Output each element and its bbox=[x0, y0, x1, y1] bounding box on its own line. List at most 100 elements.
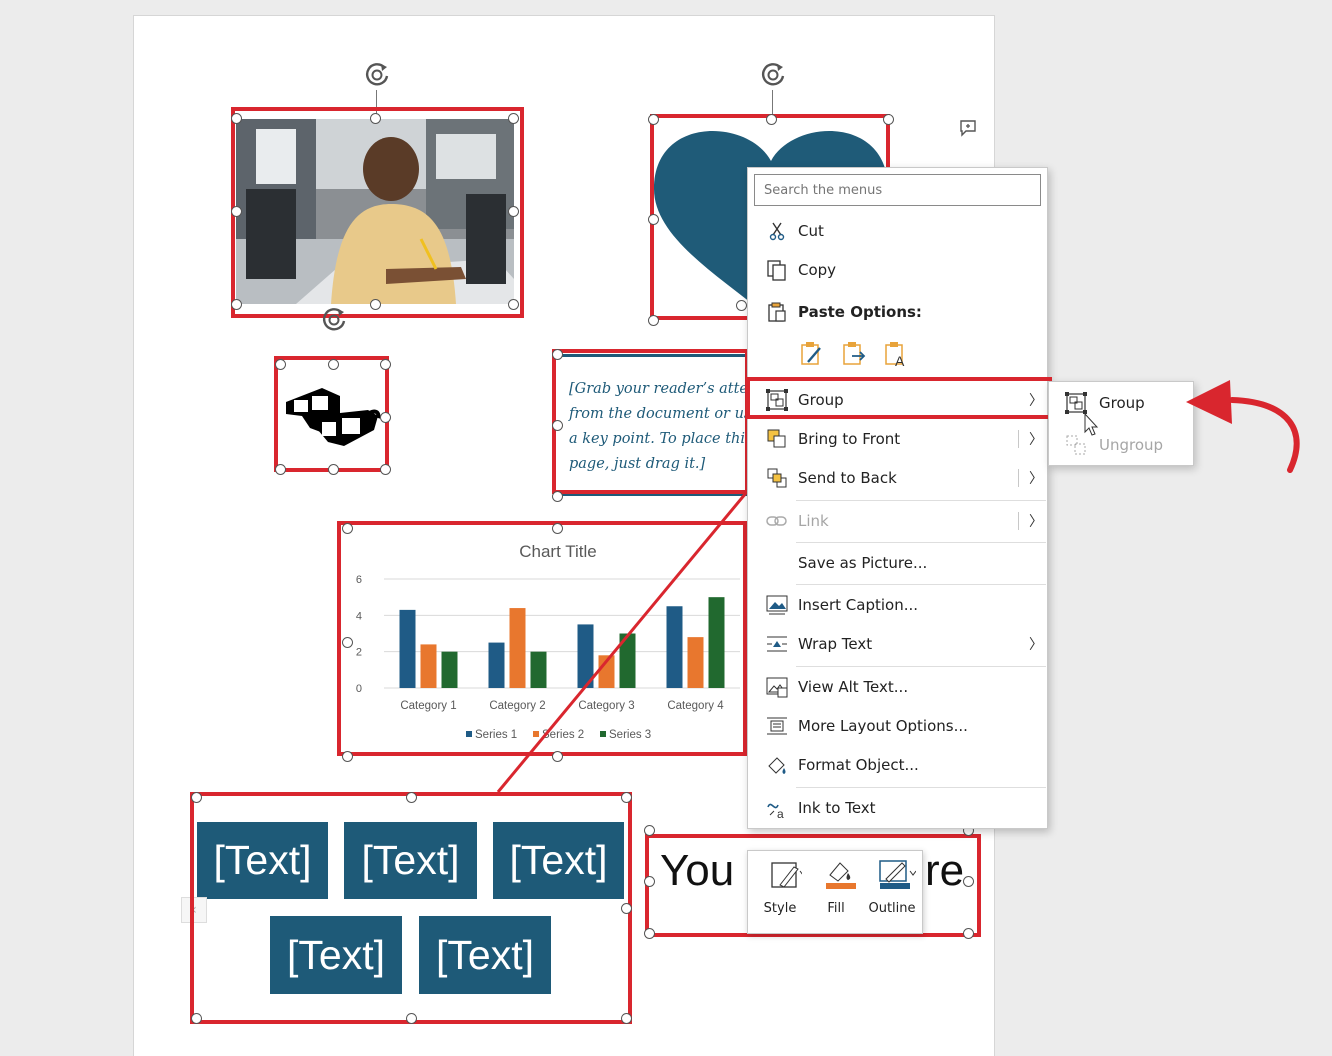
menu-search-input[interactable] bbox=[754, 174, 1041, 206]
paste-merge-formatting-icon[interactable] bbox=[840, 340, 868, 368]
resize-handle[interactable] bbox=[736, 300, 747, 311]
resize-handle[interactable] bbox=[406, 1013, 417, 1024]
menu-item-more-layout-options[interactable]: More Layout Options... bbox=[748, 707, 1047, 745]
link-icon bbox=[762, 510, 792, 532]
resize-handle[interactable] bbox=[191, 792, 202, 803]
submenu-label: Group bbox=[1099, 394, 1145, 412]
split-divider bbox=[1018, 512, 1019, 530]
resize-handle[interactable] bbox=[644, 825, 655, 836]
curved-annotation-arrow bbox=[1186, 380, 1300, 473]
resize-handle[interactable] bbox=[621, 903, 632, 914]
resize-handle[interactable] bbox=[275, 359, 286, 370]
resize-handle[interactable] bbox=[231, 206, 242, 217]
layout-options-icon bbox=[762, 715, 792, 737]
copy-icon bbox=[762, 259, 792, 281]
ungroup-objects-icon bbox=[1065, 434, 1089, 456]
resize-handle[interactable] bbox=[648, 315, 659, 326]
resize-handle[interactable] bbox=[328, 464, 339, 475]
menu-separator bbox=[796, 787, 1046, 788]
resize-handle[interactable] bbox=[552, 349, 563, 360]
menu-label: More Layout Options... bbox=[798, 717, 968, 735]
comment-icon[interactable] bbox=[958, 119, 978, 137]
mouse-cursor-icon bbox=[1084, 413, 1099, 436]
menu-label: Copy bbox=[798, 261, 837, 279]
fill-button[interactable]: Fill bbox=[808, 857, 864, 929]
resize-handle[interactable] bbox=[370, 299, 381, 310]
menu-item-insert-caption[interactable]: Insert Caption... bbox=[748, 586, 1047, 624]
resize-handle[interactable] bbox=[328, 359, 339, 370]
menu-item-cut[interactable]: Cut bbox=[748, 212, 1047, 250]
menu-separator bbox=[796, 500, 1046, 501]
group-submenu: Group Ungroup bbox=[1048, 381, 1194, 466]
scissors-icon bbox=[762, 220, 792, 242]
resize-handle[interactable] bbox=[883, 114, 894, 125]
menu-item-send-to-back[interactable]: Send to Back 〉 bbox=[748, 459, 1047, 497]
menu-item-view-alt-text[interactable]: View Alt Text... bbox=[748, 668, 1047, 706]
icon-selection-highlight bbox=[274, 356, 389, 472]
svg-text:A: A bbox=[895, 353, 905, 368]
menu-item-link[interactable]: Link 〉 bbox=[748, 502, 1047, 540]
resize-handle[interactable] bbox=[644, 876, 655, 887]
submenu-item-ungroup[interactable]: Ungroup bbox=[1049, 426, 1193, 464]
resize-handle[interactable] bbox=[508, 206, 519, 217]
menu-label: Format Object... bbox=[798, 756, 919, 774]
resize-handle[interactable] bbox=[231, 299, 242, 310]
menu-item-wrap-text[interactable]: Wrap Text 〉 bbox=[748, 625, 1047, 663]
resize-handle[interactable] bbox=[380, 464, 391, 475]
chevron-right-icon[interactable]: 〉 bbox=[1025, 429, 1047, 449]
context-menu: Cut Copy Paste Options: A Group 〉 Bring … bbox=[747, 167, 1048, 829]
paint-bucket-icon bbox=[826, 862, 856, 889]
resize-handle[interactable] bbox=[766, 114, 777, 125]
resize-handle[interactable] bbox=[648, 114, 659, 125]
resize-handle[interactable] bbox=[644, 928, 655, 939]
menu-item-bring-to-front[interactable]: Bring to Front 〉 bbox=[748, 420, 1047, 458]
alt-text-icon bbox=[762, 676, 792, 698]
rotate-handle-icon[interactable] bbox=[756, 58, 790, 92]
send-to-back-icon bbox=[762, 467, 792, 489]
menu-separator bbox=[796, 666, 1046, 667]
paste-keep-formatting-icon[interactable] bbox=[798, 340, 826, 368]
rotate-handle-icon[interactable] bbox=[360, 58, 394, 92]
smartart-selection-highlight bbox=[190, 792, 632, 1024]
menu-separator bbox=[796, 542, 1046, 543]
chevron-right-icon: 〉 bbox=[1029, 637, 1043, 653]
resize-handle[interactable] bbox=[342, 637, 353, 648]
group-objects-icon bbox=[1065, 392, 1089, 414]
chevron-right-icon[interactable]: 〉 bbox=[1025, 468, 1047, 488]
resize-handle[interactable] bbox=[963, 928, 974, 939]
menu-item-save-as-picture[interactable]: Save as Picture... bbox=[748, 544, 1047, 582]
resize-handle[interactable] bbox=[275, 464, 286, 475]
resize-handle[interactable] bbox=[508, 113, 519, 124]
resize-handle[interactable] bbox=[342, 523, 353, 534]
paste-option-buttons: A bbox=[798, 340, 918, 370]
resize-handle[interactable] bbox=[621, 1013, 632, 1024]
paste-text-only-icon[interactable]: A bbox=[882, 340, 910, 368]
menu-item-copy[interactable]: Copy bbox=[748, 251, 1047, 289]
resize-handle[interactable] bbox=[380, 412, 391, 423]
rotate-handle-icon[interactable] bbox=[317, 303, 351, 337]
resize-handle[interactable] bbox=[191, 1013, 202, 1024]
outline-button[interactable]: Outline bbox=[864, 857, 920, 929]
resize-handle[interactable] bbox=[508, 299, 519, 310]
resize-handle[interactable] bbox=[380, 359, 391, 370]
menu-label: Paste Options: bbox=[798, 303, 922, 321]
resize-handle[interactable] bbox=[370, 113, 381, 124]
resize-handle[interactable] bbox=[963, 876, 974, 887]
resize-handle[interactable] bbox=[406, 792, 417, 803]
toolbar-label: Fill bbox=[827, 901, 845, 916]
clipboard-icon bbox=[762, 301, 792, 323]
submenu-item-group[interactable]: Group bbox=[1049, 384, 1193, 422]
split-divider bbox=[1018, 430, 1019, 448]
menu-label: View Alt Text... bbox=[798, 678, 909, 696]
resize-handle[interactable] bbox=[648, 214, 659, 225]
menu-item-ink-to-text[interactable]: a Ink to Text bbox=[748, 789, 1047, 827]
menu-label: Insert Caption... bbox=[798, 596, 919, 614]
menu-separator bbox=[796, 584, 1046, 585]
shape-outline-icon bbox=[879, 860, 916, 889]
resize-handle[interactable] bbox=[231, 113, 242, 124]
resize-handle[interactable] bbox=[342, 751, 353, 762]
menu-item-format-object[interactable]: Format Object... bbox=[748, 746, 1047, 784]
style-button[interactable]: Style bbox=[752, 857, 808, 929]
menu-label: Ink to Text bbox=[798, 799, 876, 817]
photo-selection-highlight bbox=[231, 107, 524, 318]
